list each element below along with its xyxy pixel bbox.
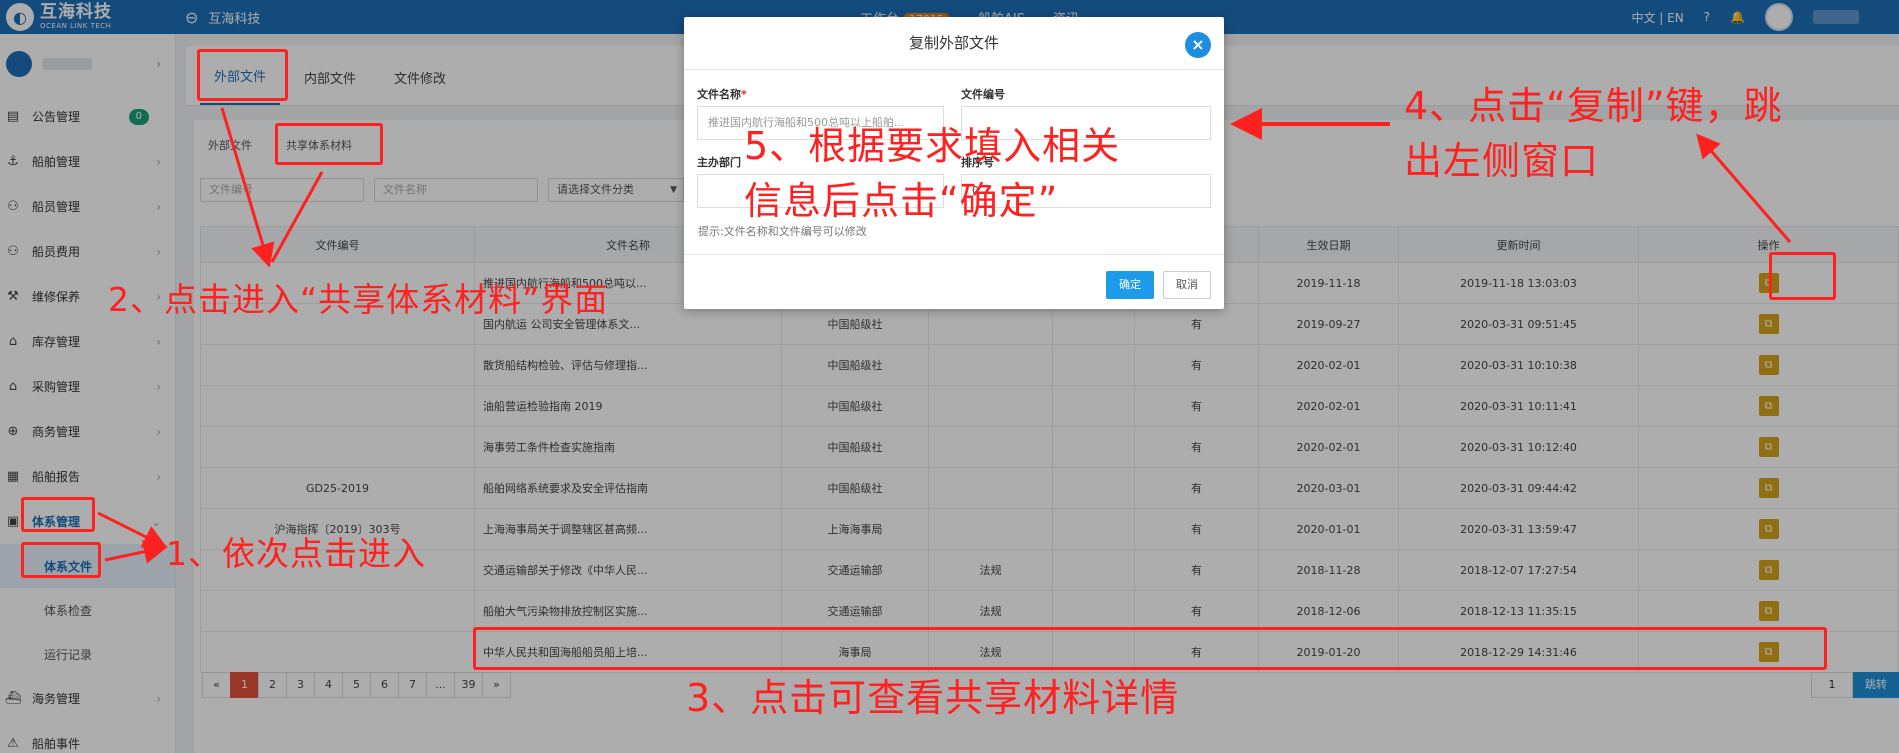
modal-footer: 确定 取消 — [684, 254, 1224, 309]
file-no-label: 文件编号 — [961, 88, 1005, 101]
annotation-step3: 3、点击可查看共享材料详情 — [686, 676, 1180, 720]
annotation-step2: 2、点击进入“共享体系材料”界面 — [108, 280, 609, 319]
confirm-button[interactable]: 确定 — [1106, 271, 1154, 299]
dept-label: 主办部门 — [697, 156, 741, 169]
annotation-box-shared-subtab — [275, 123, 383, 165]
file-name-label: 文件名称* — [697, 88, 747, 101]
annotation-step1: 1、依次点击进入 — [166, 534, 426, 573]
annotation-step4-line2: 出左侧窗口 — [1404, 139, 1600, 183]
annotation-step4-line1: 4、点击“复制”键，跳 — [1404, 84, 1783, 128]
cancel-button[interactable]: 取消 — [1163, 271, 1211, 299]
annotation-step5-line2: 信息后点击“确定” — [744, 179, 1059, 223]
modal-hint: 提示:文件名称和文件编号可以修改 — [698, 225, 867, 238]
modal-title: 复制外部文件 — [684, 17, 1224, 70]
annotation-step5-line1: 5、根据要求填入相关 — [744, 124, 1121, 168]
annotation-box-external-tab — [197, 49, 288, 101]
annotation-box-system-files — [21, 542, 101, 578]
annotation-box-copy-button — [1769, 252, 1836, 300]
annotation-box-row — [473, 627, 1827, 670]
close-icon[interactable]: × — [1185, 32, 1211, 58]
annotation-box-system-menu — [21, 497, 95, 532]
